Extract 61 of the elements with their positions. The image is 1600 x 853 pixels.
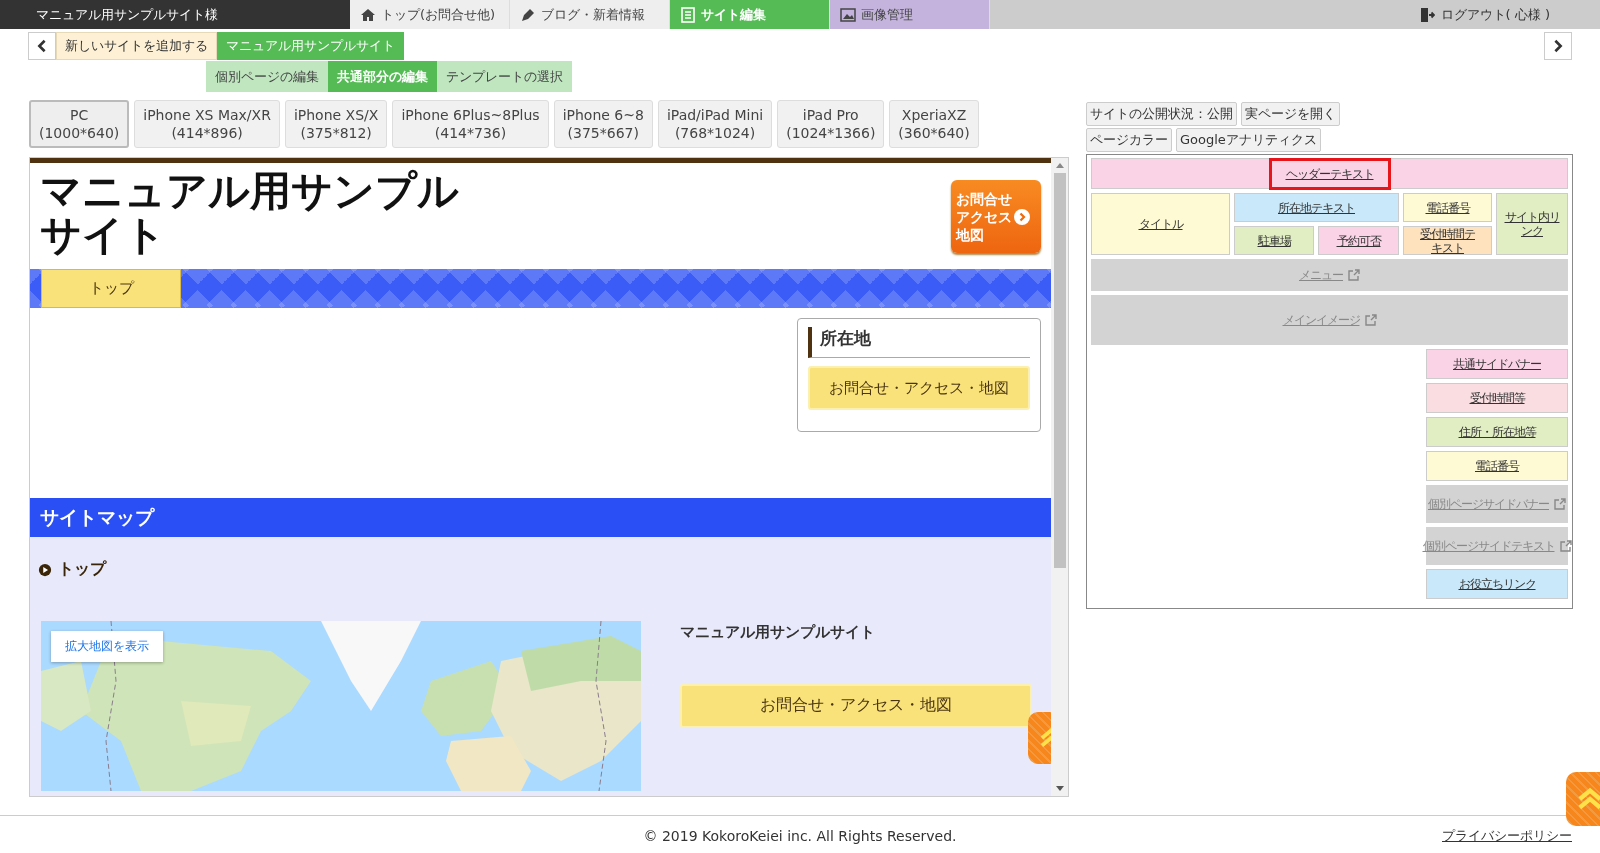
action-button[interactable]: ページカラー bbox=[1086, 128, 1172, 152]
layout-link[interactable]: 所在地テキスト bbox=[1266, 197, 1367, 218]
nav-tab[interactable]: ブログ・新着情報 bbox=[510, 0, 670, 29]
image-icon bbox=[840, 6, 856, 23]
scrollbar-thumb[interactable] bbox=[1053, 173, 1066, 568]
action-button[interactable]: サイトの公開状況：公開 bbox=[1086, 102, 1237, 126]
device-tab[interactable]: iPhone 6Plus~8Plus (414*736) bbox=[392, 100, 549, 148]
device-tab[interactable]: PC (1000*640) bbox=[29, 100, 130, 148]
layout-link[interactable]: 駐車場 bbox=[1245, 230, 1303, 251]
logout-button[interactable]: ログアウト( 心様 ) bbox=[1412, 0, 1556, 29]
nav-tab[interactable]: 画像管理 bbox=[830, 0, 990, 29]
action-button[interactable]: Googleアナリティクス bbox=[1176, 128, 1321, 152]
contact-link-button[interactable]: お問合せ・アクセス・地図 bbox=[680, 683, 1032, 728]
layout-link[interactable]: 受付時間テキスト bbox=[1404, 223, 1491, 258]
device-tab[interactable]: iPad/iPad Mini (768*1024) bbox=[657, 100, 773, 148]
scroll-up-icon[interactable] bbox=[1055, 163, 1064, 168]
layout-link[interactable]: 受付時間等 bbox=[1457, 388, 1537, 408]
site-name-text: マニュアル用サンプルサイト bbox=[680, 622, 876, 642]
layout-link[interactable]: 電話番号 bbox=[1413, 197, 1482, 218]
device-tab[interactable]: iPad Pro (1024*1366) bbox=[777, 100, 885, 148]
privacy-link[interactable]: プライバシーポリシー bbox=[1442, 827, 1572, 845]
sub-tab[interactable]: 個別ページの編集 bbox=[206, 61, 328, 92]
scrollbar[interactable] bbox=[1051, 158, 1068, 796]
external-link-icon bbox=[1554, 498, 1566, 510]
home-icon bbox=[360, 6, 376, 23]
sub-tab[interactable]: テンプレートの選択 bbox=[437, 61, 572, 92]
card-heading: 所在地 bbox=[808, 327, 1030, 358]
arrow-circle-icon bbox=[1014, 208, 1030, 225]
layout-link[interactable]: 予約可否 bbox=[1324, 230, 1393, 251]
layout-link[interactable]: タイトル bbox=[1126, 214, 1195, 234]
device-tab[interactable]: iPhone XS/X (375*812) bbox=[284, 100, 388, 148]
contact-link-button[interactable]: お問合せ・アクセス・地図 bbox=[808, 366, 1030, 410]
pen-icon bbox=[520, 6, 536, 23]
site-tab[interactable]: 新しいサイトを追加する bbox=[56, 31, 217, 60]
device-tab[interactable]: iPhone 6~8 (375*667) bbox=[553, 100, 653, 148]
layout-link[interactable]: ヘッダーテキスト bbox=[1271, 160, 1388, 187]
map-button[interactable]: 拡大地図を表示 bbox=[51, 630, 163, 662]
layout-link[interactable]: 住所・所在地等 bbox=[1446, 422, 1548, 442]
nav-tab[interactable]: トップ(お問合せ他) bbox=[350, 0, 510, 29]
external-link-icon bbox=[1364, 314, 1377, 326]
sitemap-link[interactable]: トップ bbox=[38, 559, 106, 580]
scroll-top-icon[interactable] bbox=[1566, 772, 1600, 826]
play-icon bbox=[38, 562, 52, 577]
layout-link[interactable]: サイト内リンク bbox=[1497, 210, 1567, 238]
device-tab[interactable]: iPhone XS Max/XR (414*896) bbox=[134, 100, 280, 148]
layout-link[interactable]: 電話番号 bbox=[1463, 456, 1531, 476]
previous-button[interactable] bbox=[28, 31, 56, 60]
site-title: マニュアル用サンプルサイト bbox=[39, 166, 460, 261]
list-icon bbox=[680, 6, 696, 23]
next-button[interactable] bbox=[1544, 31, 1572, 60]
scroll-down-icon[interactable] bbox=[1055, 786, 1064, 791]
logout-icon bbox=[1418, 6, 1435, 23]
site-name: マニュアル用サンプルサイト様 bbox=[0, 0, 350, 29]
copyright-text: © 2019 KokoroKeiei inc. All Rights Reserved. bbox=[643, 828, 957, 844]
nav-item[interactable]: トップ bbox=[41, 269, 181, 308]
layout-link[interactable]: 共通サイドバナー bbox=[1441, 354, 1553, 374]
external-link-icon bbox=[1348, 269, 1360, 281]
device-tab[interactable]: XperiaXZ (360*640) bbox=[889, 100, 979, 148]
action-button[interactable]: 実ページを開く bbox=[1241, 102, 1340, 126]
layout-link[interactable]: お役立ちリンク bbox=[1446, 574, 1548, 594]
section-heading: サイトマップ bbox=[30, 498, 1051, 537]
